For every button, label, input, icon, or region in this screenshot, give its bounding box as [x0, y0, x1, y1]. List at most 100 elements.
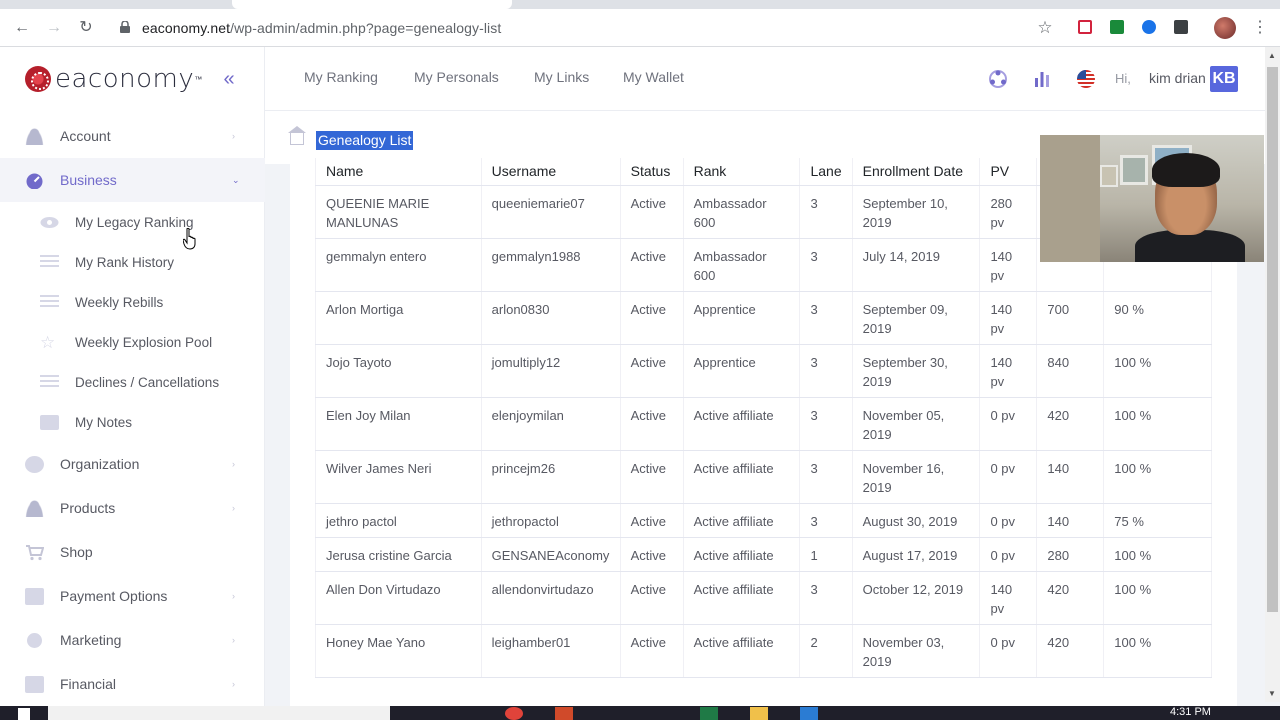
active-tab[interactable]: [232, 0, 512, 9]
chrome-taskbar-icon[interactable]: [505, 707, 523, 720]
url-host: eaconomy.net: [142, 20, 231, 36]
table-row: Wilver James Neri princejm26 Active Active …: [315, 450, 1212, 504]
sidebar-subitem-label: My Rank History: [75, 254, 175, 270]
topnav-my-ranking[interactable]: My Ranking: [304, 69, 378, 85]
cell-rank: Active affiliate: [683, 503, 801, 538]
home-icon[interactable]: [288, 126, 306, 145]
sidebar-item-financial[interactable]: Financial ›: [0, 662, 265, 706]
chevron-right-icon: ›: [232, 459, 235, 469]
address-bar[interactable]: eaconomy.net/wp-admin/admin.php?page=gen…: [142, 20, 501, 36]
sidebar-item-shop[interactable]: Shop: [0, 530, 265, 574]
page-title: Genealogy List: [316, 131, 414, 150]
sidebar-item-label: Financial: [60, 676, 117, 692]
cell-name[interactable]: Elen Joy Milan: [315, 397, 482, 451]
cell-status: Active: [620, 537, 684, 572]
cell-status: Active: [620, 624, 684, 678]
column-header-status[interactable]: Status: [620, 158, 684, 186]
cell-name[interactable]: Jerusa cristine Garcia: [315, 537, 482, 572]
organization-icon: [25, 455, 44, 473]
file-explorer-taskbar-icon[interactable]: [750, 707, 768, 720]
excel-taskbar-icon[interactable]: [700, 707, 718, 720]
column-header-rank[interactable]: Rank: [683, 158, 801, 186]
cell-extra2: 75 %: [1103, 503, 1212, 538]
topnav-my-links[interactable]: My Links: [534, 69, 589, 85]
cell-name[interactable]: Wilver James Neri: [315, 450, 482, 504]
star-icon[interactable]: ☆: [1034, 17, 1056, 39]
user-name[interactable]: kim drian: [1149, 70, 1206, 86]
chevron-double-left-icon[interactable]: «: [219, 69, 239, 89]
star-outline-icon: ☆: [40, 332, 56, 352]
cell-name[interactable]: QUEENIE MARIE MANLUNAS: [315, 185, 482, 239]
reload-icon[interactable]: ↻: [75, 17, 97, 39]
sidebar-subitem-my-legacy-ranking[interactable]: My Legacy Ranking: [0, 202, 265, 242]
topnav-my-wallet[interactable]: My Wallet: [623, 69, 684, 85]
powerpoint-taskbar-icon[interactable]: [555, 707, 573, 720]
column-header-enrollment-date[interactable]: Enrollment Date: [852, 158, 981, 186]
sidebar-item-business[interactable]: Business ⌄: [0, 158, 265, 202]
cell-name[interactable]: Allen Don Virtudazo: [315, 571, 482, 625]
sidebar-item-organization[interactable]: Organization ›: [0, 442, 265, 486]
cell-extra2: 100 %: [1103, 537, 1212, 572]
sheets-extension-icon[interactable]: [1110, 20, 1124, 34]
cell-name[interactable]: Jojo Tayoto: [315, 344, 482, 398]
app-taskbar-icon[interactable]: [800, 707, 818, 720]
download-extension-icon[interactable]: [1174, 20, 1188, 34]
cell-username[interactable]: jethropactol: [481, 503, 621, 538]
cell-username[interactable]: jomultiply12: [481, 344, 621, 398]
cell-username[interactable]: leighamber01: [481, 624, 621, 678]
forward-icon[interactable]: →: [43, 17, 65, 39]
sidebar-subitem-my-notes[interactable]: My Notes: [0, 402, 265, 442]
sidebar-subitem-declines-cancellations[interactable]: Declines / Cancellations: [0, 362, 265, 402]
webcam-picture-frame: [1100, 165, 1118, 187]
sidebar-subitem-label: Weekly Explosion Pool: [75, 334, 213, 350]
column-header-name[interactable]: Name: [315, 158, 482, 186]
cell-username[interactable]: gemmalyn1988: [481, 238, 621, 292]
cell-date: September 30, 2019: [852, 344, 981, 398]
back-icon[interactable]: ←: [11, 17, 33, 39]
cell-username[interactable]: elenjoymilan: [481, 397, 621, 451]
user-avatar[interactable]: KB: [1210, 66, 1238, 92]
cell-date: October 12, 2019: [852, 571, 981, 625]
search-extension-icon[interactable]: [1142, 20, 1156, 34]
cell-username[interactable]: arlon0830: [481, 291, 621, 345]
sidebar-item-account[interactable]: Account ›: [0, 114, 265, 158]
browser-menu-icon[interactable]: ⋮: [1252, 17, 1268, 39]
sidebar-subitem-weekly-rebills[interactable]: Weekly Rebills: [0, 282, 265, 322]
brand-logo[interactable]: eaconomy ™: [25, 64, 202, 94]
sidebar-item-products[interactable]: Products ›: [0, 486, 265, 530]
topnav-my-personals[interactable]: My Personals: [414, 69, 499, 85]
column-header-username[interactable]: Username: [481, 158, 621, 186]
chart-icon[interactable]: [1032, 69, 1052, 89]
cell-name[interactable]: Honey Mae Yano: [315, 624, 482, 678]
cell-username[interactable]: queeniemarie07: [481, 185, 621, 239]
cell-status: Active: [620, 571, 684, 625]
cell-name[interactable]: gemmalyn entero: [315, 238, 482, 292]
flag-icon[interactable]: [1076, 69, 1096, 89]
page-scrollbar[interactable]: ▲ ▼: [1265, 47, 1280, 702]
scroll-down-arrow-icon[interactable]: ▼: [1268, 689, 1276, 698]
cell-lane: 3: [799, 503, 853, 538]
network-icon[interactable]: [988, 69, 1008, 89]
sidebar-subitem-weekly-explosion-pool[interactable]: ☆ Weekly Explosion Pool: [0, 322, 265, 362]
column-header-pv[interactable]: PV: [979, 158, 1038, 186]
sidebar-item-label: Shop: [60, 544, 93, 560]
cell-name[interactable]: Arlon Mortiga: [315, 291, 482, 345]
sidebar-subitem-my-rank-history[interactable]: My Rank History: [0, 242, 265, 282]
sidebar-item-payment-options[interactable]: Payment Options ›: [0, 574, 265, 618]
column-header-lane[interactable]: Lane: [799, 158, 853, 186]
taskbar-search[interactable]: [48, 706, 390, 720]
chevron-right-icon: ›: [232, 591, 235, 601]
sidebar-item-label: Marketing: [60, 632, 122, 648]
cell-name[interactable]: jethro pactol: [315, 503, 482, 538]
sidebar-item-marketing[interactable]: Marketing ›: [0, 618, 265, 662]
cell-status: Active: [620, 503, 684, 538]
cell-username[interactable]: princejm26: [481, 450, 621, 504]
cell-username[interactable]: allendonvirtudazo: [481, 571, 621, 625]
windows-start-icon[interactable]: [18, 708, 30, 720]
scroll-thumb[interactable]: [1267, 67, 1278, 612]
profile-avatar[interactable]: [1214, 17, 1236, 39]
cell-username[interactable]: GENSANEAconomy: [481, 537, 621, 572]
cell-lane: 3: [799, 238, 853, 292]
pocket-extension-icon[interactable]: [1078, 20, 1092, 34]
scroll-up-arrow-icon[interactable]: ▲: [1268, 51, 1276, 60]
